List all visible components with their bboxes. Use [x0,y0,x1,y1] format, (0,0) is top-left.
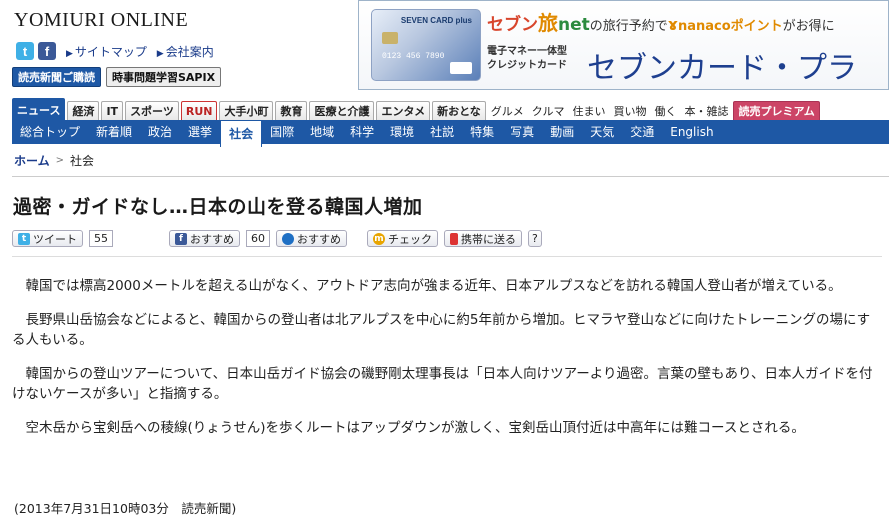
facebook-icon: f [175,232,187,245]
nav-politics[interactable]: 政治 [140,120,180,144]
header-links: ▶ サイトマップ ▶ 会社案内 [60,43,214,60]
nav-feature[interactable]: 特集 [462,120,502,144]
card-name: SEVEN CARD plus [400,16,472,25]
facebook-like-button[interactable]: f おすすめ [169,230,240,247]
nav-traffic[interactable]: 交通 [622,120,662,144]
breadcrumb: ホーム > 社会 [14,152,94,169]
section-nav: 総合トップ 新着順 政治 選挙 社会 国際 地域 科学 環境 社説 特集 写真 … [12,120,889,147]
tab-entertainment[interactable]: エンタメ [376,101,431,120]
tab-news[interactable]: ニュース [12,98,66,120]
tab-it[interactable]: IT [101,101,124,120]
article-title: 過密・ガイドなし…日本の山を登る韓国人増加 [13,196,423,218]
hexagon-icon [282,232,294,245]
tab-car[interactable]: クルマ [529,101,568,120]
card-chip [382,32,398,44]
triangle-icon: ▶ [66,48,73,59]
nav-region[interactable]: 地域 [302,120,342,144]
ad-subtext: 電子マネー一体型 クレジットカード [487,46,567,71]
social-links: t f ▶ サイトマップ ▶ 会社案内 [16,42,214,60]
triangle-icon: ▶ [156,48,164,59]
nanaco-bird-icon: ɤ [667,15,678,34]
nav-video[interactable]: 動画 [542,120,582,144]
sitemap-link[interactable]: ▶ サイトマップ [66,45,147,59]
company-link[interactable]: ▶ 会社案内 [157,45,214,59]
site-logo[interactable]: YOMIURI ONLINE [14,9,188,32]
tab-sports[interactable]: スポーツ [125,101,179,120]
card-number: 0123 456 7890 [382,52,445,61]
nav-editorial[interactable]: 社説 [422,120,462,144]
nav-international[interactable]: 国際 [262,120,302,144]
tab-housing[interactable]: 住まい [569,101,608,120]
article-paragraph: 韓国では標高2000メートルを超える山がなく、アウトドア志向が強まる近年、日本ア… [25,278,842,294]
tab-shopping[interactable]: 買い物 [610,101,649,120]
ad-big-text: セブンカード・プラ [587,51,857,86]
nav-top[interactable]: 総合トップ [12,120,88,144]
nav-society[interactable]: 社会 [220,120,263,147]
twitter-icon[interactable]: t [16,42,34,60]
article-dateline: (2013年7月31日10時03分 読売新聞) [14,501,237,516]
nav-photo[interactable]: 写真 [502,120,542,144]
nav-science[interactable]: 科学 [342,120,382,144]
credit-card-image: SEVEN CARD plus 0123 456 7890 [371,9,481,81]
tab-run[interactable]: RUN [180,101,218,120]
nav-environment[interactable]: 環境 [382,120,422,144]
tweet-button[interactable]: t ツイート [12,230,83,247]
nav-election[interactable]: 選挙 [180,120,220,144]
tab-gourmet[interactable]: グルメ [488,101,527,120]
tab-work[interactable]: 働く [651,101,679,120]
twitter-bird-icon: t [18,232,30,245]
category-tabs: ニュース 経済 IT スポーツ RUN 大手小町 教育 医療と介護 エンタメ 新… [12,98,820,120]
sapix-button[interactable]: 時事問題学習SAPIX [106,67,222,87]
header-pills: 読売新聞ご購読 時事問題学習SAPIX [12,67,222,87]
divider [12,256,882,257]
breadcrumb-current: 社会 [70,154,95,168]
chevron-right-icon: > [55,155,65,166]
tweet-count: 55 [89,230,113,247]
tab-economy[interactable]: 経済 [67,101,100,120]
tab-books[interactable]: 本・雑誌 [681,101,731,120]
send-to-mobile-button[interactable]: 携帯に送る [444,230,522,247]
article-paragraph: 空木岳から宝剣岳への稜線(りょうせん)を歩くルートはアップダウンが激しく、宝剣岳… [25,420,805,436]
share-bar: t ツイート 55 f おすすめ 60 おすすめ m チェック 携帯に送る ? [12,230,542,247]
nav-weather[interactable]: 天気 [582,120,622,144]
tab-medical[interactable]: 医療と介護 [309,101,375,120]
subscribe-button[interactable]: 読売新聞ご購読 [12,67,101,87]
article-paragraph: 韓国からの登山ツアーについて、日本山岳ガイド協会の磯野剛太理事長は「日本人向けツ… [12,366,873,402]
article-paragraph: 長野県山岳協会などによると、韓国からの登山者は北アルプスを中心に約5年前から増加… [12,312,871,348]
mixi-check-button[interactable]: m チェック [367,230,438,247]
facebook-count: 60 [246,230,270,247]
tab-otona[interactable]: 新おとな [432,101,486,120]
article-body: 韓国では標高2000メートルを超える山がなく、アウトドア志向が強まる近年、日本ア… [12,276,882,452]
tab-education[interactable]: 教育 [275,101,308,120]
facebook-icon[interactable]: f [38,42,56,60]
ad-headline: セブン旅netの旅行予約でɤnanacoポイントがお得に [487,11,835,35]
nav-latest[interactable]: 新着順 [88,120,140,144]
mixi-icon: m [373,232,385,245]
ad-banner[interactable]: SEVEN CARD plus 0123 456 7890 セブン旅netの旅行… [358,0,889,90]
divider [12,176,889,177]
recommend-button[interactable]: おすすめ [276,230,347,247]
tab-premium[interactable]: 読売プレミアム [733,101,820,120]
mobile-phone-icon [450,232,458,245]
tab-komachi[interactable]: 大手小町 [219,101,274,120]
nav-english[interactable]: English [662,120,721,144]
breadcrumb-home[interactable]: ホーム [14,152,50,169]
card-brand-mark [450,62,472,74]
help-button[interactable]: ? [528,230,542,247]
question-icon: ? [532,232,538,245]
